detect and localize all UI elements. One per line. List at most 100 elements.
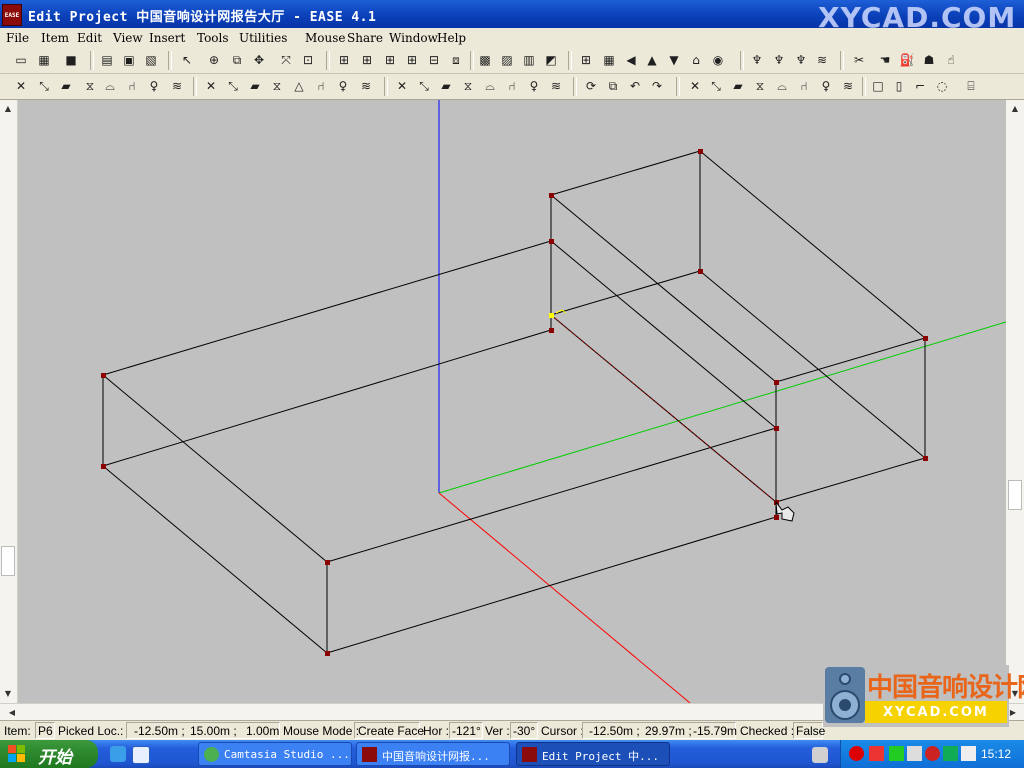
scroll-thumb[interactable] xyxy=(1,546,15,576)
task-browser[interactable]: 中国音响设计网报... xyxy=(356,742,510,766)
split-icon[interactable]: ⑁ xyxy=(312,77,330,95)
monitor-icon[interactable] xyxy=(907,746,922,761)
vertex[interactable] xyxy=(774,380,779,385)
color-icon[interactable]: ▩ xyxy=(476,51,494,69)
triangle-icon[interactable]: △ xyxy=(290,77,308,95)
face2-icon[interactable]: ▰ xyxy=(729,77,747,95)
vertex[interactable] xyxy=(549,193,554,198)
paint-icon[interactable]: ⛽ xyxy=(898,51,916,69)
left-scrollbar[interactable]: ▲ ▼ xyxy=(0,100,18,703)
arc-icon[interactable]: ⌓ xyxy=(101,77,119,95)
vertex[interactable] xyxy=(549,328,554,333)
box-icon[interactable]: □ xyxy=(869,77,887,95)
new-icon[interactable]: ▭ xyxy=(12,51,30,69)
undo-icon[interactable]: ↶ xyxy=(626,77,644,95)
face-icon[interactable]: ▰ xyxy=(57,77,75,95)
view-top-icon[interactable]: ⊞ xyxy=(335,51,353,69)
pointer-icon[interactable]: ↖ xyxy=(178,51,196,69)
chair2-icon[interactable]: ⑁ xyxy=(503,77,521,95)
home-icon[interactable]: ⌂ xyxy=(687,51,705,69)
open-icon[interactable]: ▦ xyxy=(35,51,53,69)
arrow-up-icon[interactable]: ▲ xyxy=(643,51,661,69)
antivirus-icon[interactable] xyxy=(849,746,864,761)
face-edit-icon[interactable]: ▰ xyxy=(246,77,264,95)
view-front-icon[interactable]: ⊞ xyxy=(358,51,376,69)
menu-tools[interactable]: Tools xyxy=(197,31,229,45)
delete3-icon[interactable]: ✕ xyxy=(686,77,704,95)
arrow-left-icon[interactable]: ◀ xyxy=(622,51,640,69)
delete2-icon[interactable]: ✕ xyxy=(393,77,411,95)
scroll-thumb[interactable] xyxy=(1008,480,1022,510)
group-icon[interactable]: ☗ xyxy=(920,51,938,69)
grid-icon[interactable]: ▥ xyxy=(520,51,538,69)
selected-vertex[interactable] xyxy=(549,313,554,318)
vertex[interactable] xyxy=(698,269,703,274)
preview-icon[interactable]: ▣ xyxy=(120,51,138,69)
map-icon[interactable]: ▨ xyxy=(498,51,516,69)
copy-face-icon[interactable]: ⧉ xyxy=(604,77,622,95)
vertex[interactable] xyxy=(774,515,779,520)
task-camtasia[interactable]: Camtasia Studio ... xyxy=(198,742,352,766)
desktop-icon[interactable] xyxy=(132,746,150,764)
mirror2-icon[interactable]: ⧖ xyxy=(459,77,477,95)
sync-icon[interactable] xyxy=(943,746,958,761)
join-icon[interactable]: ⤡ xyxy=(707,77,725,95)
zoom-icon[interactable]: ⊡ xyxy=(299,51,317,69)
wave-icon[interactable]: ≋ xyxy=(168,77,186,95)
probe-icon[interactable]: ♀ xyxy=(334,77,352,95)
scroll-down-icon[interactable]: ▼ xyxy=(0,685,16,701)
view-iso-icon[interactable]: ⊞ xyxy=(403,51,421,69)
chair-icon[interactable]: ⑁ xyxy=(123,77,141,95)
vertex[interactable] xyxy=(698,149,703,154)
vertex-text-icon[interactable]: ✕ xyxy=(202,77,220,95)
table-icon[interactable]: ⊞ xyxy=(577,51,595,69)
right-scrollbar[interactable]: ▲ ▼ xyxy=(1006,100,1024,703)
wave-icon[interactable]: ≋ xyxy=(813,51,831,69)
cylinder-icon[interactable]: ⌸ xyxy=(962,77,980,95)
arrow-down-icon[interactable]: ▼ xyxy=(665,51,683,69)
bulb2-icon[interactable]: ♀ xyxy=(525,77,543,95)
rotate-icon[interactable]: ⟳ xyxy=(582,77,600,95)
vertex[interactable] xyxy=(923,336,928,341)
export-icon[interactable]: ▧ xyxy=(142,51,160,69)
vertex[interactable] xyxy=(101,464,106,469)
connect-icon[interactable]: ⧖ xyxy=(268,77,286,95)
scroll-left-icon[interactable]: ◀ xyxy=(4,704,20,720)
menu-help[interactable]: Help xyxy=(437,31,466,45)
view-side-icon[interactable]: ⊞ xyxy=(381,51,399,69)
ie-icon[interactable] xyxy=(110,746,126,762)
copy-icon[interactable]: ⧉ xyxy=(228,51,246,69)
palette-icon[interactable]: ◩ xyxy=(542,51,560,69)
box-round-icon[interactable]: ◌ xyxy=(933,77,951,95)
vertex[interactable] xyxy=(923,456,928,461)
bulb3-icon[interactable]: ♀ xyxy=(817,77,835,95)
menu-file[interactable]: File xyxy=(6,31,29,45)
add-vertex-icon[interactable]: ⤡ xyxy=(35,77,53,95)
ease-app-icon[interactable]: EASE xyxy=(2,4,22,26)
delete-icon[interactable]: ✕ xyxy=(12,77,30,95)
vertex[interactable] xyxy=(325,651,330,656)
render-icon[interactable]: ⧈ xyxy=(447,51,465,69)
box-step-icon[interactable]: ⌐ xyxy=(911,77,929,95)
hand-point-icon[interactable]: ☝ xyxy=(942,51,960,69)
target-icon[interactable]: ⊕ xyxy=(205,51,223,69)
volume-icon[interactable] xyxy=(961,746,976,761)
power-icon[interactable] xyxy=(925,746,940,761)
task-ease[interactable]: Edit Project 中... xyxy=(516,742,670,766)
move-icon[interactable]: ✥ xyxy=(250,51,268,69)
edge-icon[interactable]: ⤡ xyxy=(224,77,242,95)
chair-array-icon[interactable]: ▦ xyxy=(600,51,618,69)
save-icon[interactable]: ■ xyxy=(62,51,80,69)
light-icon[interactable]: ♆ xyxy=(792,51,810,69)
menu-item[interactable]: Item xyxy=(41,31,69,45)
menu-view[interactable]: View xyxy=(113,31,143,45)
sound-icon[interactable]: ≋ xyxy=(357,77,375,95)
start-button[interactable]: 开始 xyxy=(0,740,98,768)
menu-utilities[interactable]: Utilities xyxy=(239,31,287,45)
wave2-icon[interactable]: ≋ xyxy=(547,77,565,95)
view-3d-icon[interactable]: ⊟ xyxy=(425,51,443,69)
keyboard-icon[interactable] xyxy=(812,747,828,763)
print-icon[interactable]: ▤ xyxy=(98,51,116,69)
box-door-icon[interactable]: ▯ xyxy=(890,77,908,95)
redo-icon[interactable]: ↷ xyxy=(648,77,666,95)
